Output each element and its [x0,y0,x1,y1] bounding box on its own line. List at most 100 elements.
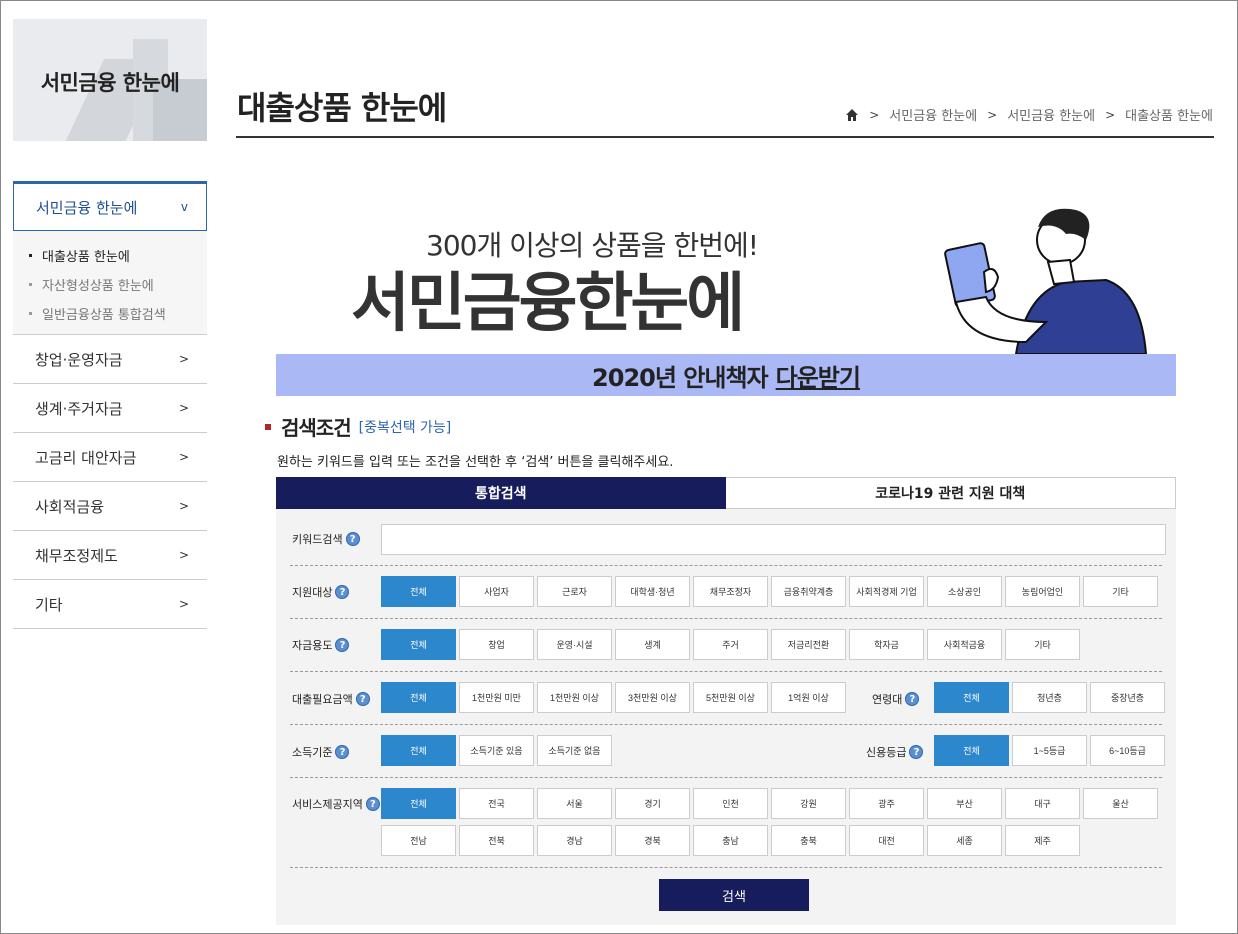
region-option[interactable]: 울산 [1083,788,1158,819]
target-option[interactable]: 농림어업인 [1005,576,1080,607]
region-option[interactable]: 경남 [537,825,612,856]
chevron-right-icon: > [178,548,189,562]
keyword-input[interactable] [381,524,1166,555]
amount-option[interactable]: 3천만원 이상 [615,682,690,713]
purpose-option[interactable]: 학자금 [849,629,924,660]
region-option[interactable]: 서울 [537,788,612,819]
sidebar-sub-item-loan[interactable]: 대출상품 한눈에 [13,241,207,270]
target-option[interactable]: 기타 [1083,576,1158,607]
sidebar-item-high-interest[interactable]: 고금리 대안자금 > [13,433,207,482]
tab-integrated-search[interactable]: 통합검색 [276,477,726,509]
help-icon[interactable]: ? [345,532,360,546]
breadcrumb-item[interactable]: 서민금융 한눈에 [889,105,977,124]
income-option[interactable]: 소득기준 없음 [537,735,612,766]
age-option[interactable]: 전체 [934,682,1009,713]
sidebar-item-social[interactable]: 사회적금융 > [13,482,207,531]
search-button[interactable]: 검색 [659,879,809,911]
help-icon[interactable]: ? [335,745,350,759]
sidebar-submenu: 대출상품 한눈에 자산형성상품 한눈에 일반금융상품 통합검색 [13,231,207,335]
target-option[interactable]: 사회적경제 기업 [849,576,924,607]
help-icon[interactable]: ? [355,692,370,706]
breadcrumb-item[interactable]: 서민금융 한눈에 [1007,105,1095,124]
search-description: 원하는 키워드를 입력 또는 조건을 선택한 후 ‘검색’ 버튼을 클릭해주세요… [277,455,674,470]
help-icon[interactable]: ? [909,745,924,759]
purpose-option[interactable]: 기타 [1005,629,1080,660]
credit-option[interactable]: 6~10등급 [1090,735,1165,766]
region-option[interactable]: 충남 [693,825,768,856]
amount-label-text: 대출필요금액 [292,693,353,706]
region-option[interactable]: 충북 [771,825,846,856]
amount-option[interactable]: 5천만원 이상 [693,682,768,713]
age-option[interactable]: 중장년층 [1090,682,1165,713]
region-option[interactable]: 대전 [849,825,924,856]
amount-row: 대출필요금액 ? 연령대 ? 전체 1천만원 미만 1천만원 이상 3천만원 이상 5천… [290,672,1165,725]
region-option[interactable]: 대구 [1005,788,1080,819]
target-label: 지원대상 ? [292,584,350,600]
region-option[interactable]: 전남 [381,825,456,856]
target-option[interactable]: 금융취약계층 [771,576,846,607]
breadcrumb-item[interactable]: 대출상품 한눈에 [1125,105,1213,124]
target-label-text: 지원대상 [292,586,333,599]
credit-label-text: 신용등급 [866,746,907,759]
target-option[interactable]: 대학생·청년 [615,576,690,607]
credit-option[interactable]: 전체 [934,735,1009,766]
amount-option[interactable]: 1천만원 미만 [459,682,534,713]
search-conditions-title: 검색조건 [281,416,352,440]
region-option[interactable]: 광주 [849,788,924,819]
help-icon[interactable]: ? [905,692,920,706]
target-option[interactable]: 소상공인 [927,576,1002,607]
region-row: 서비스제공지역 ? 전체 전국 서울 경기 인천 강원 광주 부산 대구 울산전남 전북 경남 경북 충남… [290,778,1162,868]
target-option[interactable]: 채무조정자 [693,576,768,607]
sidebar-item-living[interactable]: 생계·주거자금 > [13,384,207,433]
region-option[interactable]: 제주 [1005,825,1080,856]
help-icon[interactable]: ? [365,797,380,811]
sidebar-item-label: 창업·운영자금 [35,350,123,369]
sidebar-item-debt[interactable]: 채무조정제도 > [13,531,207,580]
purpose-label-text: 자금용도 [292,639,333,652]
help-icon[interactable]: ? [335,638,350,652]
sidebar-menu: 서민금융 한눈에 v 대출상품 한눈에 자산형성상품 한눈에 일반금융상품 통합… [13,181,207,629]
credit-option[interactable]: 1~5등급 [1012,735,1087,766]
amount-option[interactable]: 1천만원 이상 [537,682,612,713]
income-option[interactable]: 소득기준 있음 [459,735,534,766]
target-option[interactable]: 전체 [381,576,456,607]
amount-option[interactable]: 1억원 이상 [771,682,846,713]
sidebar-sub-item-general[interactable]: 일반금융상품 통합검색 [13,299,207,328]
sidebar-active-label: 서민금융 한눈에 [36,198,138,217]
purpose-option[interactable]: 생계 [615,629,690,660]
age-option[interactable]: 청년층 [1012,682,1087,713]
region-option[interactable]: 경기 [615,788,690,819]
target-option[interactable]: 근로자 [537,576,612,607]
page-title: 대출상품 한눈에 [237,89,447,127]
purpose-option[interactable]: 주거 [693,629,768,660]
tab-covid19-support[interactable]: 코로나19 관련 지원 대책 [725,477,1176,509]
target-option[interactable]: 사업자 [459,576,534,607]
purpose-option[interactable]: 저금리전환 [771,629,846,660]
region-option[interactable]: 세종 [927,825,1002,856]
purpose-option[interactable]: 사회적금융 [927,629,1002,660]
purpose-option[interactable]: 창업 [459,629,534,660]
region-option[interactable]: 강원 [771,788,846,819]
region-option[interactable]: 전국 [459,788,534,819]
download-link[interactable]: 다운받기 [776,358,861,393]
purpose-option[interactable]: 전체 [381,629,456,660]
region-option[interactable]: 인천 [693,788,768,819]
sidebar-sub-label: 대출상품 한눈에 [42,250,130,265]
region-option[interactable]: 경북 [615,825,690,856]
sidebar-item-startup[interactable]: 창업·운영자금 > [13,335,207,384]
region-option[interactable]: 전체 [381,788,456,819]
region-label-text: 서비스제공지역 [292,798,363,811]
region-option[interactable]: 전북 [459,825,534,856]
sidebar-item-etc[interactable]: 기타 > [13,580,207,629]
target-row: 지원대상 ? 전체 사업자 근로자 대학생·청년 채무조정자 금융취약계층 사회적경제 기업… [290,566,1162,619]
income-option[interactable]: 전체 [381,735,456,766]
home-icon[interactable] [845,108,859,122]
region-option[interactable]: 부산 [927,788,1002,819]
amount-option[interactable]: 전체 [381,682,456,713]
multi-select-note: [중복선택 가능] [358,419,452,436]
help-icon[interactable]: ? [335,585,350,599]
bullet-icon [29,254,32,257]
sidebar-item-active[interactable]: 서민금융 한눈에 v [13,181,207,231]
purpose-option[interactable]: 운영·시설 [537,629,612,660]
sidebar-sub-item-asset[interactable]: 자산형성상품 한눈에 [13,270,207,299]
